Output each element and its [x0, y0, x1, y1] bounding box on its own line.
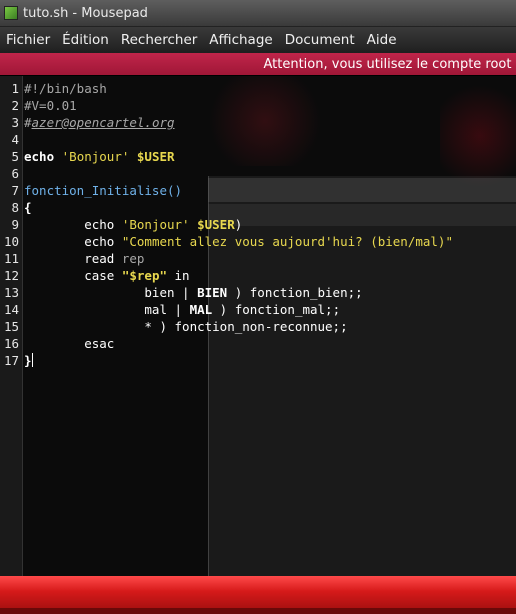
code-token: echo	[24, 149, 55, 164]
line-number: 2	[11, 98, 19, 113]
code-line[interactable]: case "$rep" in	[24, 267, 190, 284]
code-token: ) fonction_bien;;	[227, 285, 363, 300]
code-token: in	[167, 268, 190, 283]
code-line[interactable]: bien | BIEN ) fonction_bien;;	[24, 284, 363, 301]
code-token: fonction_Initialise()	[24, 183, 183, 198]
code-token: )	[234, 217, 243, 232]
code-token: esac	[24, 336, 115, 351]
code-token: azer@opencartel.org	[31, 115, 175, 130]
code-line[interactable]: {	[24, 199, 32, 216]
line-number: 8	[11, 200, 19, 215]
menu-aide[interactable]: Aide	[361, 32, 403, 48]
code-token: 'Bonjour'	[61, 149, 130, 164]
line-number: 17	[3, 353, 19, 368]
code-token: $USER	[197, 217, 235, 232]
line-number: 10	[3, 234, 19, 249]
menu-bar: Fichier Édition Rechercher Affichage Doc…	[0, 27, 516, 53]
code-token: "$rep"	[121, 268, 167, 283]
code-token: {	[24, 200, 32, 215]
code-token: echo	[24, 234, 122, 249]
code-token: * ) fonction_non-reconnue;;	[24, 319, 348, 334]
code-token: MAL	[189, 302, 213, 317]
code-line[interactable]: #azer@opencartel.org	[24, 114, 175, 131]
line-number: 9	[11, 217, 19, 232]
window-title: tuto.sh - Mousepad	[23, 5, 148, 21]
code-token: 'Bonjour'	[121, 217, 190, 232]
code-token: $USER	[136, 149, 175, 164]
line-number: 1	[11, 81, 19, 96]
line-number: 16	[3, 336, 19, 351]
menu-fichier[interactable]: Fichier	[0, 32, 56, 48]
line-number: 4	[11, 132, 19, 147]
desktop-background-strip	[0, 576, 516, 614]
code-token: read	[24, 251, 122, 266]
mousepad-app-icon	[4, 6, 18, 20]
line-number: 5	[11, 149, 19, 164]
text-cursor	[31, 353, 33, 367]
code-token: #!/bin/bash	[24, 81, 107, 96]
desktop-panel-edge	[0, 608, 516, 614]
code-token: #	[24, 115, 32, 130]
line-number: 3	[11, 115, 19, 130]
code-line[interactable]: #!/bin/bash	[24, 80, 107, 97]
code-token: ) fonction_mal;;	[212, 302, 341, 317]
code-token: bien |	[24, 285, 198, 300]
code-line[interactable]: read rep	[24, 250, 144, 267]
menu-document[interactable]: Document	[279, 32, 361, 48]
code-token: "Comment allez vous aujourd'hui? (bien/m…	[121, 234, 453, 249]
root-warning-text: Attention, vous utilisez le compte root …	[263, 56, 516, 72]
code-line[interactable]: * ) fonction_non-reconnue;;	[24, 318, 348, 335]
code-line[interactable]: echo 'Bonjour' $USER)	[24, 216, 242, 233]
code-token: echo	[24, 217, 122, 232]
code-view[interactable]: #!/bin/bash #V=0.01 #azer@opencartel.org ec…	[24, 76, 514, 576]
line-number: 6	[11, 166, 19, 181]
root-warning-banner: Attention, vous utilisez le compte root …	[0, 53, 516, 75]
code-line[interactable]: esac	[24, 335, 114, 352]
line-number: 15	[3, 319, 19, 334]
line-number: 12	[3, 268, 19, 283]
code-token: case	[24, 268, 122, 283]
code-token: BIEN	[197, 285, 228, 300]
line-number: 14	[3, 302, 19, 317]
text-editor-area[interactable]: 1 2 3 4 5 6 7 8 9 10 11 12 13 14 15 16 17 #!/bin/bash #V=…	[0, 76, 516, 576]
code-token: #V=0.01	[24, 98, 77, 113]
code-line[interactable]: echo "Comment allez vous aujourd'hui? (b…	[24, 233, 453, 250]
line-number-gutter: 1 2 3 4 5 6 7 8 9 10 11 12 13 14 15 16 17	[0, 76, 23, 576]
code-token: rep	[121, 251, 145, 266]
code-line[interactable]: fonction_Initialise()	[24, 182, 182, 199]
code-line[interactable]: echo 'Bonjour' $USER	[24, 148, 175, 165]
line-number: 7	[11, 183, 19, 198]
code-line[interactable]: #V=0.01	[24, 97, 77, 114]
code-line[interactable]: }	[24, 352, 33, 369]
title-bar: tuto.sh - Mousepad	[0, 0, 516, 27]
menu-affichage[interactable]: Affichage	[203, 32, 278, 48]
code-token: mal |	[24, 302, 190, 317]
line-number: 11	[3, 251, 19, 266]
menu-rechercher[interactable]: Rechercher	[115, 32, 203, 48]
code-token: }	[24, 353, 32, 368]
line-number: 13	[3, 285, 19, 300]
code-line[interactable]: mal | MAL ) fonction_mal;;	[24, 301, 340, 318]
menu-edition[interactable]: Édition	[56, 32, 115, 48]
